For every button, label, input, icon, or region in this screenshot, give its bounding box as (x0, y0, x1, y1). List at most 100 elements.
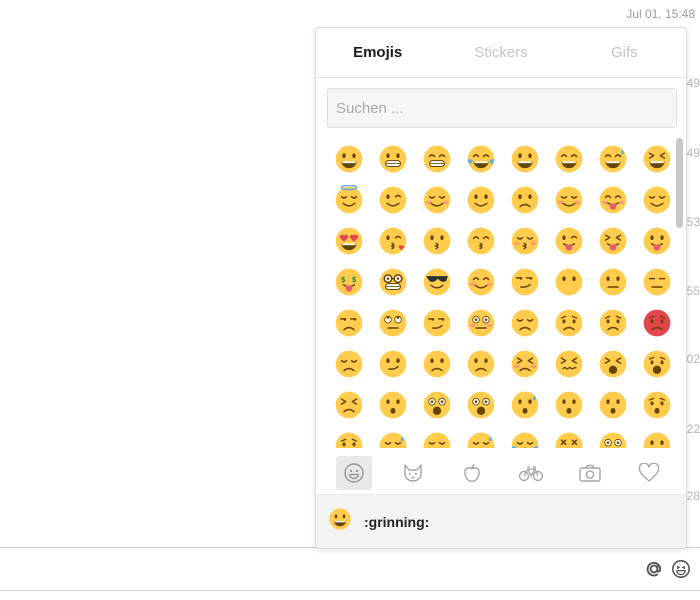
cry-icon[interactable] (327, 425, 371, 448)
smiley-icon (343, 463, 364, 483)
category-travel[interactable] (501, 452, 560, 494)
triumph-icon[interactable] (327, 384, 371, 425)
kissing-heart-icon[interactable] (371, 220, 415, 261)
message-time-fragment: 49 (686, 146, 700, 160)
weary-icon[interactable] (635, 343, 676, 384)
stuck-out-tongue-wink-icon[interactable] (547, 220, 591, 261)
grinning-icon[interactable] (327, 138, 371, 179)
emoji-preview: :grinning: (316, 494, 686, 548)
blush-icon[interactable] (415, 179, 459, 220)
category-symbols[interactable] (619, 452, 678, 494)
unamused-icon[interactable] (327, 302, 371, 343)
yum-icon[interactable] (591, 179, 635, 220)
kissing-closed-eyes-icon[interactable] (503, 220, 547, 261)
cold-sweat-icon[interactable] (503, 384, 547, 425)
angry-icon[interactable] (591, 302, 635, 343)
emoji-shortcode: :grinning: (364, 513, 430, 530)
zipper-mouth-icon[interactable] (635, 425, 676, 448)
no-mouth-icon[interactable] (547, 261, 591, 302)
frowning-open-icon[interactable] (591, 384, 635, 425)
disappointed-relieved-icon[interactable] (371, 425, 415, 448)
bicycle-icon (518, 466, 543, 482)
tab-emojis[interactable]: Emojis (316, 28, 439, 77)
tab-gifs[interactable]: Gifs (563, 28, 686, 77)
smile-icon[interactable] (547, 138, 591, 179)
astonished-icon[interactable] (591, 425, 635, 448)
wink-icon[interactable] (371, 179, 415, 220)
stuck-out-tongue-icon[interactable] (635, 220, 676, 261)
grimacing-icon[interactable] (371, 138, 415, 179)
sweat-smile-icon[interactable] (591, 138, 635, 179)
category-food[interactable] (442, 452, 501, 494)
money-mouth-icon[interactable]: $ $ (327, 261, 371, 302)
emoji-category-bar (316, 452, 686, 494)
hugging-icon[interactable] (459, 261, 503, 302)
fearful-icon[interactable] (459, 384, 503, 425)
sweat-icon[interactable] (459, 425, 503, 448)
tab-stickers[interactable]: Stickers (439, 28, 562, 77)
neutral-icon[interactable] (591, 261, 635, 302)
sob-icon[interactable] (503, 425, 547, 448)
camera-icon (578, 464, 601, 482)
smirk-icon[interactable] (503, 261, 547, 302)
smiley-icon[interactable] (503, 138, 547, 179)
emoji-grid-scrollbar[interactable] (676, 138, 683, 228)
relaxed-icon[interactable] (547, 179, 591, 220)
persevere-icon[interactable] (503, 343, 547, 384)
message-composer[interactable] (0, 547, 700, 591)
worried-icon[interactable] (547, 302, 591, 343)
message-time-fragment: 02 (686, 352, 700, 366)
open-mouth-icon[interactable] (371, 384, 415, 425)
message-timestamp: Jul 01, 15:48 (626, 7, 695, 21)
slight-frown-icon[interactable] (415, 343, 459, 384)
message-time-fragment: 28 (686, 489, 700, 503)
pensive-icon[interactable] (327, 343, 371, 384)
dizzy-icon[interactable] (547, 425, 591, 448)
tired-icon[interactable] (591, 343, 635, 384)
nerd-icon[interactable] (371, 261, 415, 302)
chat-page: Jul 01, 15:48 49 49 53 55 02 22 28 Emojis Stic… (0, 0, 700, 600)
slight-smile-icon[interactable] (459, 179, 503, 220)
sleepy-icon[interactable] (415, 425, 459, 448)
message-time-fragment: 49 (686, 76, 700, 90)
thinking-icon[interactable] (415, 302, 459, 343)
rolling-eyes-icon[interactable] (371, 302, 415, 343)
anguished-icon[interactable] (635, 384, 676, 425)
innocent-icon[interactable] (327, 179, 371, 220)
svg-text:$: $ (352, 275, 357, 284)
category-objects[interactable] (560, 452, 619, 494)
scream-icon[interactable] (415, 384, 459, 425)
upside-down-icon[interactable] (503, 179, 547, 220)
grin-icon[interactable] (415, 138, 459, 179)
flushed-icon[interactable] (459, 302, 503, 343)
category-animals[interactable] (383, 452, 442, 494)
laughing-icon[interactable] (635, 138, 676, 179)
emoji-search-input[interactable] (327, 88, 677, 128)
relieved-icon[interactable] (635, 179, 676, 220)
message-time-fragment: 53 (686, 215, 700, 229)
svg-text:$: $ (341, 275, 346, 284)
grinning-icon (328, 507, 352, 536)
message-time-fragment: 55 (686, 284, 700, 298)
emoji-grid: $ $ (327, 138, 676, 448)
sunglasses-icon[interactable] (415, 261, 459, 302)
at-icon[interactable] (643, 558, 665, 580)
kissing-smiling-icon[interactable] (459, 220, 503, 261)
confused-icon[interactable] (371, 343, 415, 384)
apple-icon (463, 463, 480, 482)
heart-eyes-icon[interactable] (327, 220, 371, 261)
hushed-icon[interactable] (547, 384, 591, 425)
emoji-grid-viewport[interactable]: $ $ (316, 138, 676, 448)
message-time-fragment: 22 (686, 422, 700, 436)
smiley-icon[interactable] (670, 558, 692, 580)
emoji-picker: Emojis Stickers Gifs Suchen ... $ $:gri… (315, 27, 687, 549)
joy-icon[interactable] (459, 138, 503, 179)
disappointed-icon[interactable] (503, 302, 547, 343)
expressionless-icon[interactable] (635, 261, 676, 302)
rage-icon[interactable] (635, 302, 676, 343)
frowning-icon[interactable] (459, 343, 503, 384)
confounded-icon[interactable] (547, 343, 591, 384)
kissing-icon[interactable] (415, 220, 459, 261)
stuck-out-tongue-closed-icon[interactable] (591, 220, 635, 261)
category-smileys[interactable] (324, 452, 383, 494)
